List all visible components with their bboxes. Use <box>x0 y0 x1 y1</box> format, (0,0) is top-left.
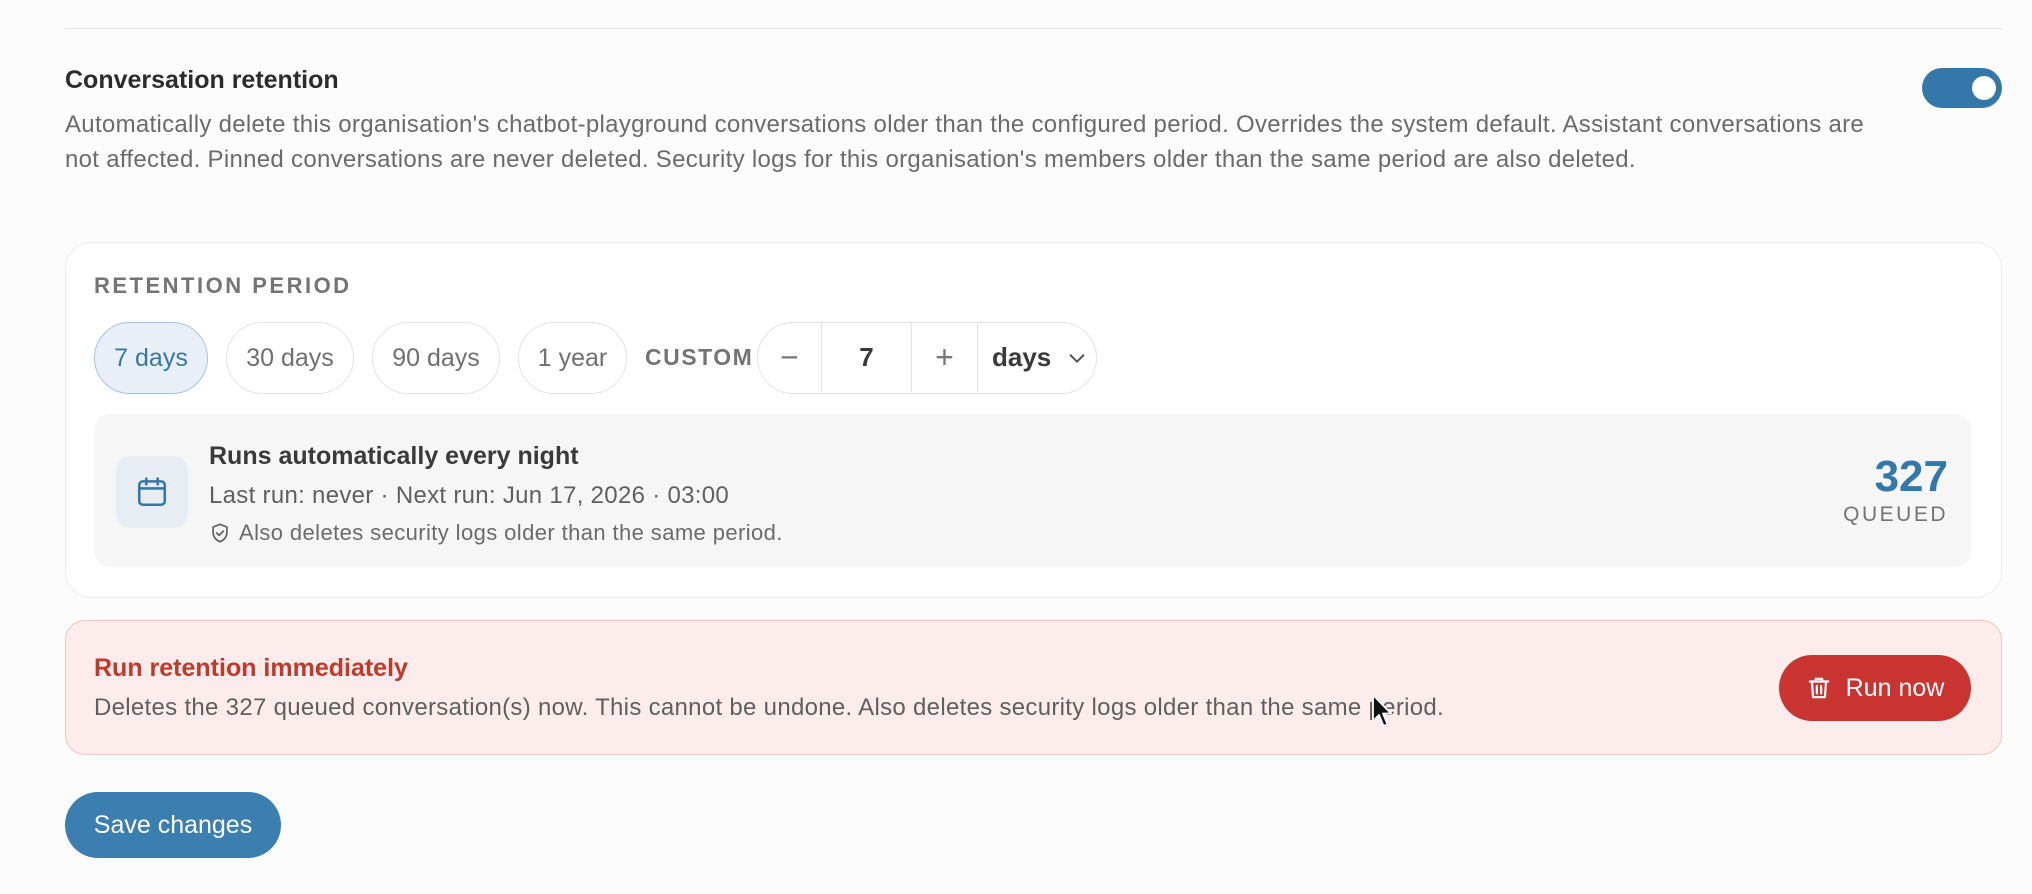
schedule-title: Runs automatically every night <box>209 442 579 470</box>
top-divider <box>65 28 2002 29</box>
toggle-knob <box>1972 76 1996 100</box>
custom-label: CUSTOM <box>645 344 754 370</box>
danger-title: Run retention immediately <box>94 654 408 682</box>
unit-select[interactable]: days <box>978 323 1096 392</box>
preset-1-year[interactable]: 1 year <box>518 322 627 394</box>
trash-icon <box>1808 677 1829 699</box>
custom-period-stepper: − + days <box>757 322 1097 394</box>
preset-7-days[interactable]: 7 days <box>94 322 208 394</box>
retention-enabled-toggle[interactable] <box>1922 68 2002 108</box>
custom-period-input[interactable] <box>822 323 912 392</box>
schedule-run-info: Last run: never · Next run: Jun 17, 2026… <box>209 482 730 509</box>
queued-count: 327 <box>1874 452 1948 501</box>
increment-button[interactable]: + <box>912 323 978 392</box>
mouse-pointer-icon <box>1372 694 1392 727</box>
schedule-note-text: Also deletes security logs older than th… <box>239 520 783 545</box>
decrement-button[interactable]: − <box>758 323 822 392</box>
shield-check-icon <box>212 523 228 543</box>
section-description: Automatically delete this organisation's… <box>65 111 1865 173</box>
run-now-button[interactable]: Run now <box>1779 655 1971 721</box>
run-now-label: Run now <box>1845 673 1945 702</box>
calendar-icon <box>137 477 167 507</box>
danger-zone-box <box>65 620 2002 755</box>
unit-select-value: days <box>992 342 1052 372</box>
calendar-icon-container <box>116 456 188 528</box>
save-changes-button[interactable]: Save changes <box>65 792 281 858</box>
queued-label: QUEUED <box>1843 503 1948 526</box>
chevron-down-icon <box>1069 354 1085 363</box>
preset-90-days[interactable]: 90 days <box>372 322 500 394</box>
retention-period-label: RETENTION PERIOD <box>94 273 352 298</box>
danger-description: Deletes the 327 queued conversation(s) n… <box>94 694 1445 721</box>
schedule-note: Also deletes security logs older than th… <box>209 520 783 546</box>
preset-30-days[interactable]: 30 days <box>226 322 354 394</box>
section-title: Conversation retention <box>65 66 339 94</box>
